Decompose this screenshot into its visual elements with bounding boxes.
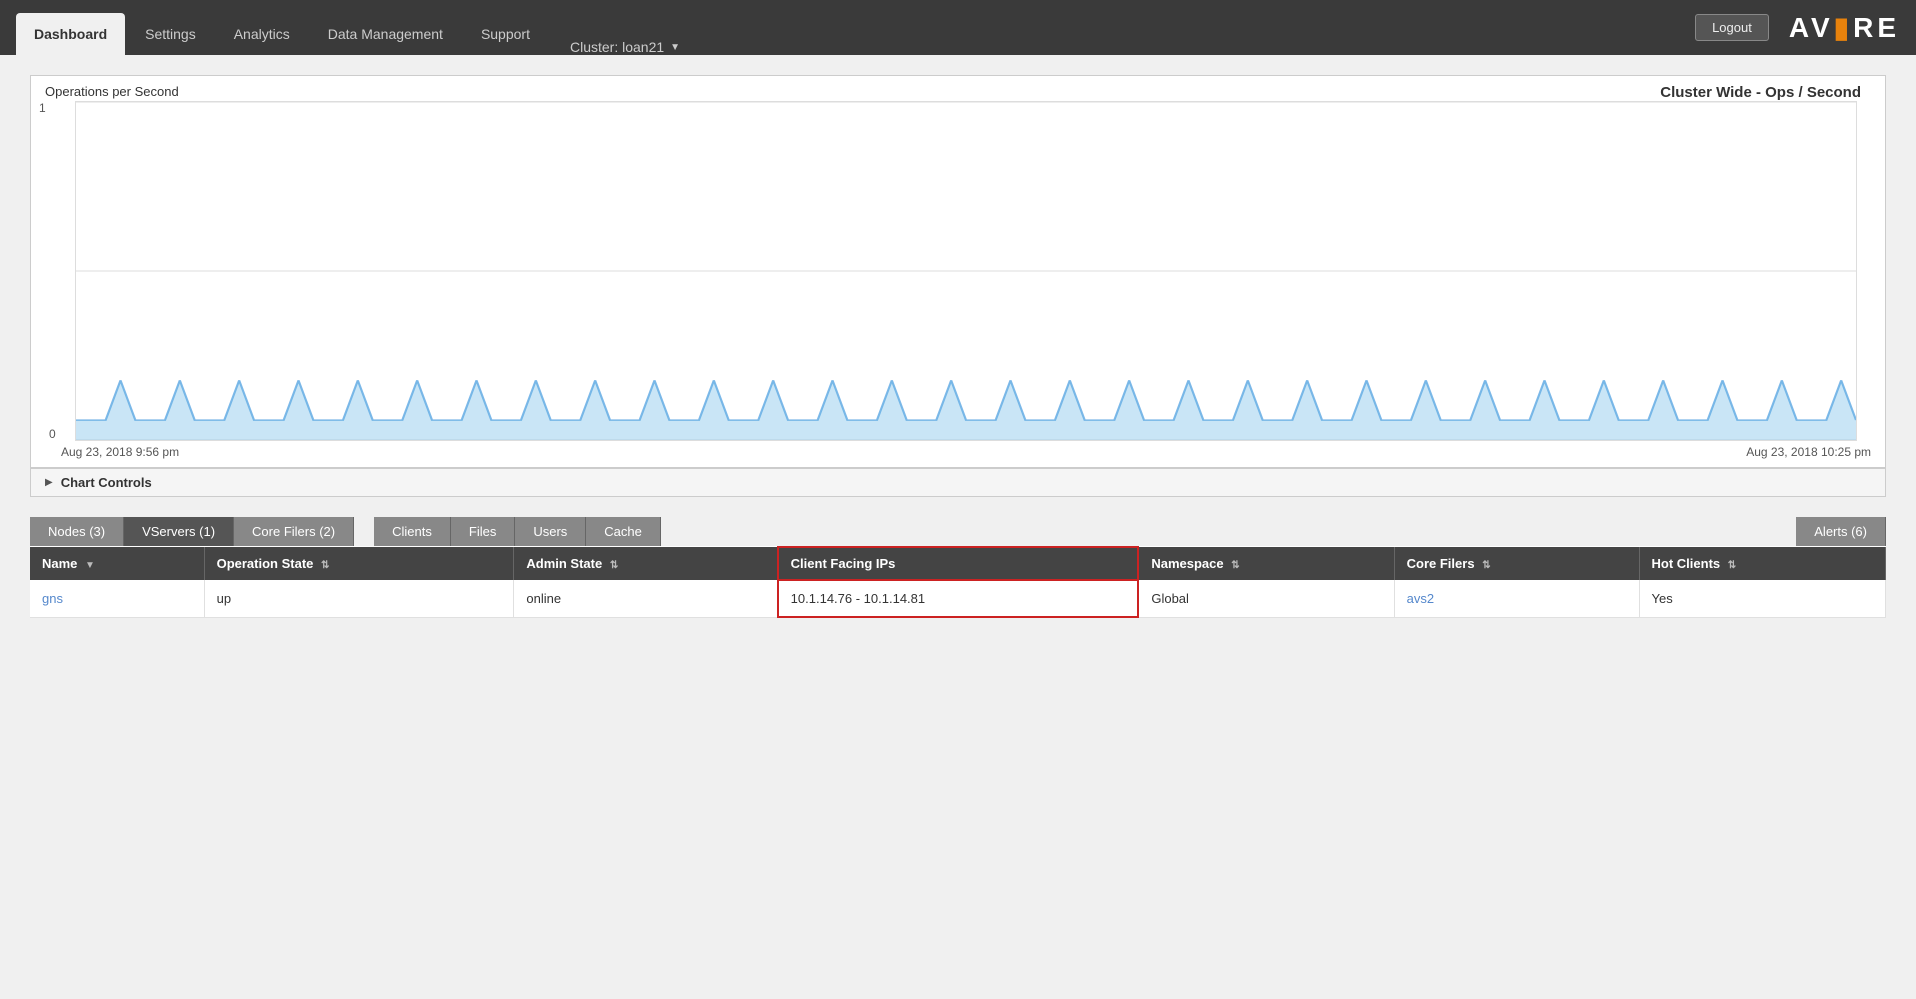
chart-y-min: 0 [49, 427, 56, 441]
cell-client-facing-ips: 10.1.14.76 - 10.1.14.81 [778, 580, 1139, 617]
table-tab-group-alerts: Alerts (6) [1796, 517, 1886, 546]
chart-controls-bar[interactable]: ▶ Chart Controls [30, 468, 1886, 497]
col-operation-state: Operation State ⇅ [204, 547, 514, 580]
cell-name: gns [30, 580, 204, 617]
tab-alerts[interactable]: Alerts (6) [1796, 517, 1886, 546]
cell-operation-state: up [204, 580, 514, 617]
tab-data-management[interactable]: Data Management [310, 13, 461, 55]
sort-corefilers-icon[interactable]: ⇅ [1482, 560, 1490, 571]
table-tab-group-main: Nodes (3) VServers (1) Core Filers (2) [30, 517, 354, 546]
tab-dashboard[interactable]: Dashboard [16, 13, 125, 55]
chart-controls-triangle: ▶ [45, 477, 53, 488]
core-filers-link[interactable]: avs2 [1407, 591, 1434, 606]
header: Dashboard Settings Analytics Data Manage… [0, 0, 1916, 55]
avere-logo: AV▮RE [1789, 11, 1900, 44]
table-tab-group-single: Clients Files Users Cache [374, 517, 661, 546]
vservers-table: Name ▼ Operation State ⇅ Admin State ⇅ C… [30, 546, 1886, 618]
col-core-filers: Core Filers ⇅ [1394, 547, 1639, 580]
tab-cache[interactable]: Cache [586, 517, 661, 546]
vserver-name-link[interactable]: gns [42, 591, 63, 606]
cluster-dropdown-arrow: ▼ [670, 42, 680, 53]
main-content: Operations per Second Cluster Wide - Ops… [0, 55, 1916, 999]
chart-section: Operations per Second Cluster Wide - Ops… [30, 75, 1886, 468]
table-tabs: Nodes (3) VServers (1) Core Filers (2) C… [30, 517, 1886, 546]
chart-title-row: Operations per Second Cluster Wide - Ops… [31, 76, 1885, 101]
cell-namespace: Global [1138, 580, 1394, 617]
tab-analytics[interactable]: Analytics [216, 13, 308, 55]
col-hot-clients: Hot Clients ⇅ [1639, 547, 1885, 580]
header-right: Logout AV▮RE [1695, 11, 1900, 44]
col-namespace: Namespace ⇅ [1138, 547, 1394, 580]
sort-adminstate-icon[interactable]: ⇅ [610, 560, 618, 571]
table-row: gns up online 10.1.14.76 - 10.1.14.81 Gl… [30, 580, 1886, 617]
logo-accent: ▮ [1834, 12, 1853, 43]
cell-core-filers: avs2 [1394, 580, 1639, 617]
tab-files[interactable]: Files [451, 517, 515, 546]
sort-opstate-icon[interactable]: ⇅ [321, 560, 329, 571]
tab-support[interactable]: Support [463, 13, 548, 55]
tab-clients[interactable]: Clients [374, 517, 451, 546]
chart-y-max: 1 [39, 101, 46, 115]
chart-time-end: Aug 23, 2018 10:25 pm [1746, 445, 1871, 459]
sort-namespace-icon[interactable]: ⇅ [1231, 560, 1239, 571]
chart-wrapper: 1 0 [61, 101, 1871, 441]
chart-time-start: Aug 23, 2018 9:56 pm [61, 445, 179, 459]
tab-vservers[interactable]: VServers (1) [124, 517, 234, 546]
nav-tabs: Dashboard Settings Analytics Data Manage… [16, 0, 680, 55]
cluster-wide-title: Cluster Wide - Ops / Second [179, 84, 1871, 101]
tab-settings[interactable]: Settings [127, 13, 214, 55]
cell-admin-state: online [514, 580, 778, 617]
cell-hot-clients: Yes [1639, 580, 1885, 617]
tab-core-filers[interactable]: Core Filers (2) [234, 517, 354, 546]
tab-nodes[interactable]: Nodes (3) [30, 517, 124, 546]
ops-per-second-label: Operations per Second [45, 84, 179, 99]
col-client-facing-ips: Client Facing IPs [778, 547, 1139, 580]
tab-users[interactable]: Users [515, 517, 586, 546]
chart-timestamps: Aug 23, 2018 9:56 pm Aug 23, 2018 10:25 … [31, 441, 1885, 467]
col-name: Name ▼ [30, 547, 204, 580]
sort-hotclients-icon[interactable]: ⇅ [1728, 560, 1736, 571]
col-admin-state: Admin State ⇅ [514, 547, 778, 580]
logout-button[interactable]: Logout [1695, 14, 1769, 41]
ops-chart-svg [76, 102, 1856, 440]
sort-name-icon[interactable]: ▼ [85, 560, 95, 571]
cluster-selector[interactable]: Cluster: loan21 ▼ [570, 39, 680, 55]
chart-controls-label: Chart Controls [61, 475, 152, 490]
cluster-label: Cluster: loan21 [570, 39, 664, 55]
chart-area [75, 101, 1857, 441]
